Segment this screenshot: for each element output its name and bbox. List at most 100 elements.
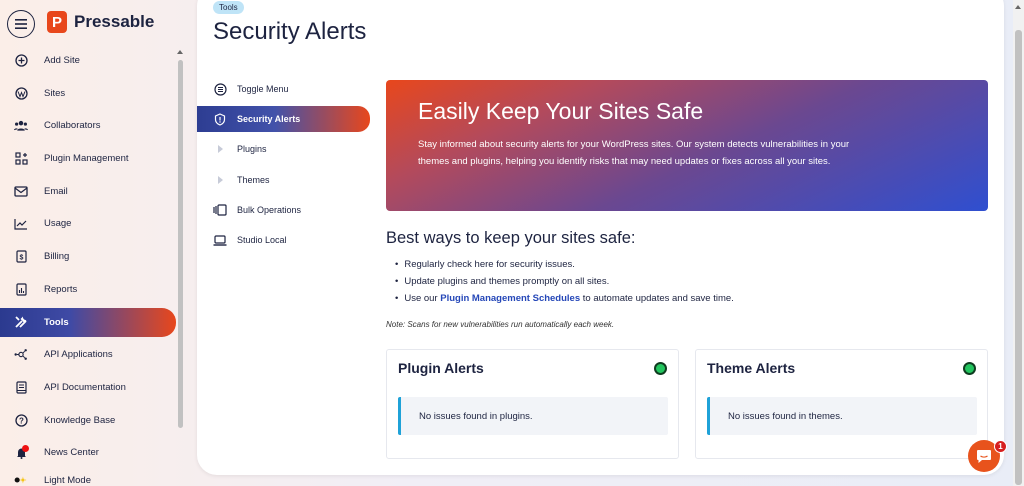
brand-logo[interactable]: P Pressable: [47, 11, 154, 33]
tips-heading: Best ways to keep your sites safe:: [386, 229, 636, 247]
users-icon: [14, 119, 28, 133]
sidebar-item-label: Reports: [44, 283, 78, 295]
sidebar-item-label: Knowledge Base: [44, 414, 116, 426]
chat-bubble-icon: [977, 449, 991, 463]
sidebar-nav: Add Site Sites Collaborators Plugin Mana…: [0, 44, 176, 486]
breadcrumb[interactable]: Tools: [213, 1, 244, 14]
notification-dot: [22, 444, 29, 452]
menu-toggle-button[interactable]: [7, 10, 35, 38]
plugin-management-schedules-link[interactable]: Plugin Management Schedules: [440, 293, 580, 304]
page-title: Security Alerts: [213, 18, 367, 45]
shield-icon: [213, 113, 227, 126]
sidebar-item-label: Usage: [44, 218, 72, 230]
subnav-bulk-operations[interactable]: Bulk Operations: [197, 195, 373, 225]
list-item: Regularly check here for security issues…: [395, 256, 734, 273]
sidebar-item-email[interactable]: Email: [0, 175, 176, 208]
sidebar-item-news-center[interactable]: News Center: [0, 437, 176, 470]
subnav-security-alerts[interactable]: Security Alerts: [197, 106, 370, 133]
status-ok-icon: [654, 362, 667, 375]
envelope-icon: [14, 184, 28, 198]
sidebar-item-usage[interactable]: Usage: [0, 207, 176, 240]
list-item: Update plugins and themes promptly on al…: [395, 273, 734, 290]
subnav-label: Plugins: [237, 144, 267, 155]
question-circle-icon: ?: [14, 413, 28, 427]
plugin-alerts-card: Plugin Alerts No issues found in plugins…: [386, 349, 679, 459]
list-item: Use our Plugin Management Schedules to a…: [395, 290, 734, 307]
sidebar-item-tools[interactable]: Tools: [0, 307, 176, 337]
plugin-grid-icon: [14, 151, 28, 165]
invoice-icon: $: [14, 249, 28, 263]
sidebar-item-plugin-management[interactable]: Plugin Management: [0, 142, 176, 175]
laptop-icon: [213, 235, 227, 246]
sidebar-item-label: News Center: [44, 447, 99, 459]
sidebar-item-label: API Applications: [44, 349, 113, 361]
chart-line-icon: [14, 217, 28, 231]
theme-toggle-icon: [14, 473, 28, 486]
subnav-studio-local[interactable]: Studio Local: [197, 225, 373, 255]
sidebar-item-reports[interactable]: Reports: [0, 273, 176, 306]
sidebar-item-label: API Documentation: [44, 382, 126, 394]
subnav-label: Toggle Menu: [237, 84, 289, 95]
tools-subnav: Toggle Menu Security Alerts Plugins Them…: [197, 74, 373, 255]
hero-description: Stay informed about security alerts for …: [418, 139, 850, 167]
bulk-icon: [213, 204, 227, 216]
subnav-plugins[interactable]: Plugins: [197, 134, 373, 164]
hamburger-icon: [15, 19, 27, 29]
svg-text:?: ?: [19, 416, 24, 425]
chat-badge: 1: [994, 440, 1007, 453]
tip-text: Use our: [404, 293, 441, 304]
scan-note: Note: Scans for new vulnerabilities run …: [386, 320, 615, 329]
tip-text: Regularly check here for security issues…: [404, 259, 575, 270]
pressable-logo-icon: P: [47, 11, 67, 33]
tips-list: Regularly check here for security issues…: [395, 256, 734, 307]
sidebar-item-sites[interactable]: Sites: [0, 77, 176, 110]
subnav-themes[interactable]: Themes: [197, 165, 373, 195]
alert-message: No issues found in themes.: [707, 397, 977, 435]
tip-text: Update plugins and themes promptly on al…: [404, 276, 610, 287]
subnav-toggle-menu[interactable]: Toggle Menu: [197, 74, 373, 104]
status-ok-icon: [963, 362, 976, 375]
brand-name: Pressable: [74, 12, 155, 31]
sidebar-scroll-up[interactable]: [177, 50, 183, 54]
sidebar-item-label: Light Mode: [44, 474, 92, 486]
subnav-label: Studio Local: [237, 235, 287, 246]
subnav-label: Security Alerts: [237, 114, 301, 125]
sidebar-item-label: Sites: [44, 87, 66, 99]
sidebar-item-collaborators[interactable]: Collaborators: [0, 109, 176, 142]
sidebar-item-billing[interactable]: $ Billing: [0, 240, 176, 273]
sidebar-item-api-documentation[interactable]: API Documentation: [0, 371, 176, 404]
sidebar-item-label: Tools: [44, 316, 69, 328]
page-scrollbar[interactable]: [1015, 30, 1022, 485]
menu-circle-icon: [213, 83, 227, 96]
report-icon: [14, 282, 28, 296]
sidebar-scrollbar[interactable]: [178, 60, 183, 428]
book-icon: [14, 381, 28, 395]
tools-icon: [14, 315, 28, 329]
api-nodes-icon: [14, 348, 28, 362]
hero-title: Easily Keep Your Sites Safe: [418, 98, 704, 124]
caret-right-icon: [213, 145, 227, 154]
plus-circle-icon: [14, 53, 28, 67]
sidebar-item-add-site[interactable]: Add Site: [0, 44, 176, 77]
card-title: Plugin Alerts: [398, 360, 484, 376]
subnav-label: Themes: [237, 174, 270, 185]
alert-message: No issues found in plugins.: [398, 397, 668, 435]
hero-banner: Easily Keep Your Sites Safe Stay informe…: [386, 80, 988, 211]
svg-text:$: $: [19, 254, 23, 261]
sidebar: P Pressable Add Site Sites Collaborators…: [0, 0, 188, 486]
card-title: Theme Alerts: [707, 360, 796, 376]
page-scroll-up[interactable]: [1015, 5, 1021, 9]
sidebar-item-light-mode[interactable]: Light Mode: [0, 469, 176, 486]
sidebar-item-api-applications[interactable]: API Applications: [0, 339, 176, 372]
sidebar-item-label: Collaborators: [44, 120, 101, 132]
sidebar-item-label: Add Site: [44, 54, 80, 66]
tip-text: to automate updates and save time.: [580, 293, 734, 304]
sidebar-item-label: Email: [44, 185, 68, 197]
sidebar-item-knowledge-base[interactable]: ? Knowledge Base: [0, 404, 176, 437]
caret-right-icon: [213, 175, 227, 184]
sidebar-item-label: Billing: [44, 250, 70, 262]
sidebar-item-label: Plugin Management: [44, 152, 129, 164]
theme-alerts-card: Theme Alerts No issues found in themes.: [695, 349, 988, 459]
subnav-label: Bulk Operations: [237, 205, 302, 216]
wordpress-icon: [14, 86, 28, 100]
